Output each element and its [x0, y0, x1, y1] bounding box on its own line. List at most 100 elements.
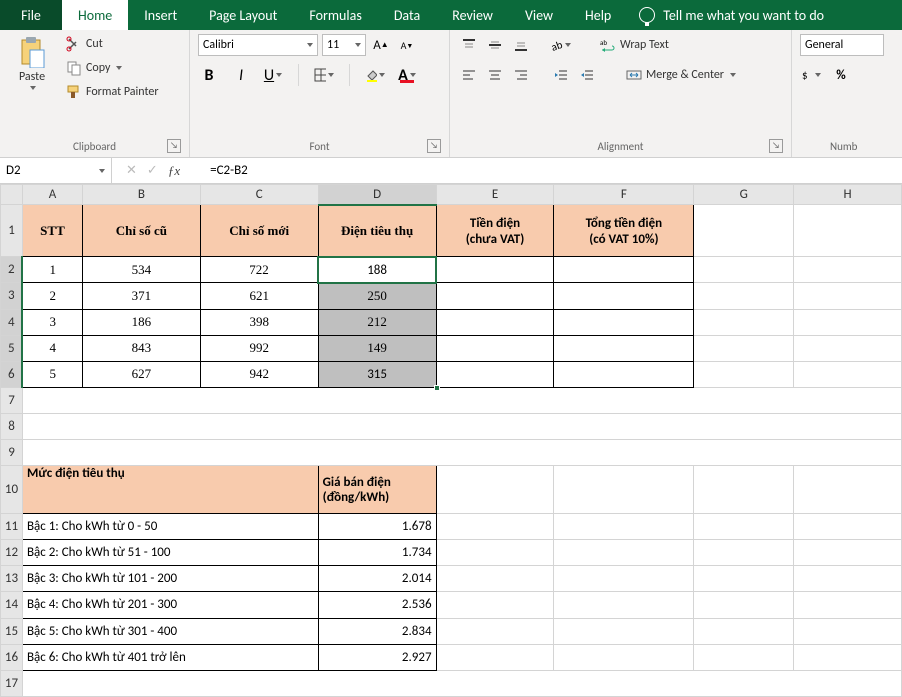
cell-D12[interactable]: 1.734	[318, 540, 436, 566]
cell-A2[interactable]: 1	[22, 257, 82, 283]
cell-G5[interactable]	[694, 335, 794, 361]
cancel-formula-icon[interactable]: ✕	[126, 163, 137, 178]
cell-D16[interactable]: 2.927	[318, 644, 436, 670]
cell-H5[interactable]	[794, 335, 902, 361]
cell-C6[interactable]: 942	[200, 361, 318, 387]
cell-A6[interactable]: 5	[22, 361, 82, 387]
cell-A10[interactable]: Mức điện tiêu thụ	[22, 466, 318, 514]
cell-F4[interactable]	[554, 309, 694, 335]
cell-C1[interactable]: Chỉ số mới	[200, 205, 318, 257]
align-right-button[interactable]	[510, 64, 532, 86]
cell-C3[interactable]: 621	[200, 283, 318, 309]
name-box[interactable]: D2	[0, 158, 112, 183]
cell-A4[interactable]: 3	[22, 309, 82, 335]
format-painter-button[interactable]: Format Painter	[62, 82, 163, 102]
tab-insert[interactable]: Insert	[128, 0, 193, 30]
cell-D4[interactable]: 212	[318, 309, 436, 335]
accounting-format-button[interactable]: $	[800, 64, 822, 86]
wrap-text-button[interactable]: ab Wrap Text	[596, 36, 673, 54]
tab-help[interactable]: Help	[569, 0, 627, 30]
row-2[interactable]: 2	[1, 257, 23, 283]
underline-button[interactable]: U	[262, 64, 284, 86]
column-headers[interactable]: A B C D E F G H	[1, 185, 902, 205]
cell-A15[interactable]: Bậc 5: Cho kWh từ 301 - 400	[22, 618, 318, 644]
cell-D6[interactable]: 315	[318, 361, 436, 387]
clipboard-dialog-launcher[interactable]: ↘	[167, 139, 181, 153]
cut-button[interactable]: Cut	[62, 34, 163, 54]
cell-A12[interactable]: Bậc 2: Cho kWh từ 51 - 100	[22, 540, 318, 566]
cell-F6[interactable]	[554, 361, 694, 387]
row-9[interactable]: 9	[1, 440, 23, 466]
tab-file[interactable]: File	[0, 0, 62, 30]
tab-data[interactable]: Data	[378, 0, 436, 30]
tab-review[interactable]: Review	[436, 0, 509, 30]
cell-B2[interactable]: 534	[82, 257, 200, 283]
cell-B5[interactable]: 843	[82, 335, 200, 361]
cell-A13[interactable]: Bậc 3: Cho kWh từ 101 - 200	[22, 566, 318, 592]
row-15[interactable]: 15	[1, 618, 23, 644]
cell-F2[interactable]	[554, 257, 694, 283]
row-16[interactable]: 16	[1, 644, 23, 670]
copy-button[interactable]: Copy	[62, 58, 163, 78]
align-top-button[interactable]	[458, 34, 480, 56]
tab-home[interactable]: Home	[62, 0, 128, 30]
cell-G1[interactable]	[694, 205, 794, 257]
cell-H3[interactable]	[794, 283, 902, 309]
cell-G6[interactable]	[694, 361, 794, 387]
row-4[interactable]: 4	[1, 309, 23, 335]
font-dialog-launcher[interactable]: ↘	[427, 139, 441, 153]
cell-A1[interactable]: STT	[22, 205, 82, 257]
row-14[interactable]: 14	[1, 592, 23, 618]
font-name-dropdown[interactable]: Calibri	[198, 34, 318, 56]
cell-D10[interactable]: Giá bán điện(đồng/kWh)	[318, 466, 436, 514]
increase-font-button[interactable]: A▲	[370, 34, 392, 56]
font-color-button[interactable]: A	[396, 64, 418, 86]
cell-D15[interactable]: 2.834	[318, 618, 436, 644]
row-3[interactable]: 3	[1, 283, 23, 309]
cell-H6[interactable]	[794, 361, 902, 387]
tab-view[interactable]: View	[509, 0, 569, 30]
paste-button[interactable]: Paste	[8, 34, 56, 92]
cell-H1[interactable]	[794, 205, 902, 257]
cell-B4[interactable]: 186	[82, 309, 200, 335]
cell-E5[interactable]	[436, 335, 554, 361]
cell-D2[interactable]: 188	[318, 257, 436, 283]
enter-formula-icon[interactable]: ✓	[147, 163, 158, 178]
cell-A3[interactable]: 2	[22, 283, 82, 309]
merge-center-button[interactable]: Merge & Center	[622, 66, 740, 84]
bold-button[interactable]: B	[198, 64, 220, 86]
row-10[interactable]: 10	[1, 466, 23, 514]
decrease-font-button[interactable]: A▼	[396, 34, 418, 56]
number-format-dropdown[interactable]: General	[800, 34, 884, 56]
worksheet-grid[interactable]: A B C D E F G H 1 STT Chỉ số cũ Chỉ số m…	[0, 184, 902, 697]
row-6[interactable]: 6	[1, 361, 23, 387]
row-11[interactable]: 11	[1, 513, 23, 539]
cell-G3[interactable]	[694, 283, 794, 309]
cell-H4[interactable]	[794, 309, 902, 335]
row-12[interactable]: 12	[1, 540, 23, 566]
cell-C4[interactable]: 398	[200, 309, 318, 335]
font-size-dropdown[interactable]: 11	[322, 34, 366, 56]
row-1[interactable]: 1	[1, 205, 23, 257]
cell-G4[interactable]	[694, 309, 794, 335]
tab-page-layout[interactable]: Page Layout	[193, 0, 293, 30]
cell-F5[interactable]	[554, 335, 694, 361]
percent-format-button[interactable]: %	[830, 64, 852, 86]
cell-A5[interactable]: 4	[22, 335, 82, 361]
tell-me[interactable]: Tell me what you want to do	[627, 0, 824, 30]
cell-G2[interactable]	[694, 257, 794, 283]
cell-B3[interactable]: 371	[82, 283, 200, 309]
cell-B6[interactable]: 627	[82, 361, 200, 387]
orientation-button[interactable]: ab	[550, 34, 572, 56]
italic-button[interactable]: I	[230, 64, 252, 86]
align-left-button[interactable]	[458, 64, 480, 86]
cell-H2[interactable]	[794, 257, 902, 283]
cell-E2[interactable]	[436, 257, 554, 283]
align-bottom-button[interactable]	[510, 34, 532, 56]
cell-C2[interactable]: 722	[200, 257, 318, 283]
increase-indent-button[interactable]	[576, 64, 598, 86]
cell-D14[interactable]: 2.536	[318, 592, 436, 618]
cell-D13[interactable]: 2.014	[318, 566, 436, 592]
fill-handle[interactable]	[434, 385, 440, 391]
cell-A16[interactable]: Bậc 6: Cho kWh từ 401 trở lên	[22, 644, 318, 670]
